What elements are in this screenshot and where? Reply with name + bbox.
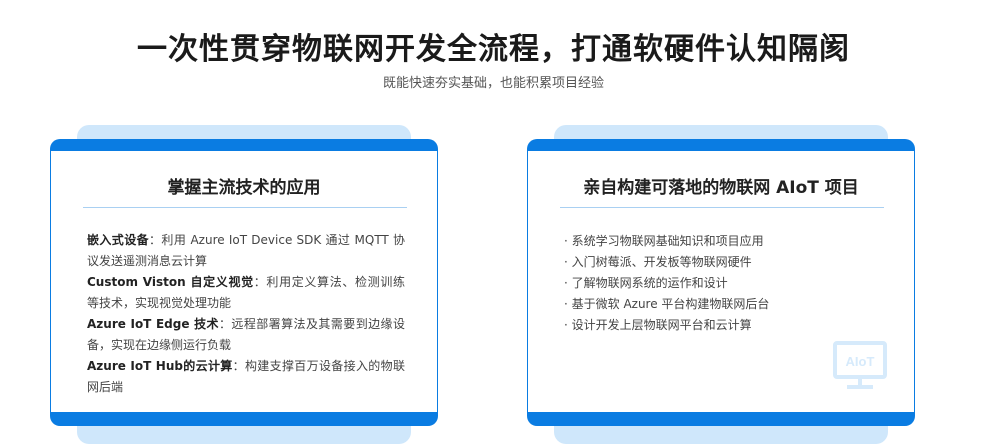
aiot-board-icon: AIoT (833, 341, 887, 389)
card-title: 掌握主流技术的应用 (167, 178, 321, 198)
card-bottom-bar (50, 412, 438, 426)
card-body: 掌握主流技术的应用 嵌入式设备：利用 Azure IoT Device SDK … (50, 151, 438, 416)
list-item: · 系统学习物联网基础知识和项目应用 (564, 234, 764, 248)
project-card: 亲自构建可落地的物联网 AIoT 项目 · 系统学习物联网基础知识和项目应用 ·… (527, 125, 915, 444)
tech-item-label: Azure IoT Edge 技术 (87, 317, 219, 331)
list-item: · 基于微软 Azure 平台构建物联网后台 (564, 297, 770, 311)
card-divider (560, 207, 884, 208)
tech-item-label: Custom Viston 自定义视觉 (87, 275, 254, 289)
card-body: 亲自构建可落地的物联网 AIoT 项目 · 系统学习物联网基础知识和项目应用 ·… (527, 151, 915, 416)
tech-item: Azure IoT Hub的云计算：构建支撑百万设备接入的物联网后端 (87, 356, 405, 398)
page-subtitle: 既能快速夯实基础，也能积累项目经验 (382, 76, 604, 91)
tech-item: Azure IoT Edge 技术：远程部署算法及其需要到边缘设备，实现在边缘侧… (87, 314, 405, 356)
tech-list: 嵌入式设备：利用 Azure IoT Device SDK 通过 MQTT 协议… (87, 230, 405, 398)
tech-card: 掌握主流技术的应用 嵌入式设备：利用 Azure IoT Device SDK … (50, 125, 438, 444)
card-bottom-bar (527, 412, 915, 426)
list-item: · 了解物联网系统的运作和设计 (564, 276, 728, 290)
list-item: · 设计开发上层物联网平台和云计算 (564, 318, 752, 332)
tech-item-label: Azure IoT Hub的云计算 (87, 359, 233, 373)
card-divider (83, 207, 407, 208)
aiot-icon-text: AIoT (846, 354, 875, 369)
tech-item: Custom Viston 自定义视觉：利用定义算法、检测训练等技术，实现视觉处… (87, 272, 405, 314)
tech-item-label: 嵌入式设备 (87, 233, 150, 247)
list-item: · 入门树莓派、开发板等物联网硬件 (564, 255, 752, 269)
project-list: · 系统学习物联网基础知识和项目应用 · 入门树莓派、开发板等物联网硬件 · 了… (564, 231, 882, 336)
tech-item: 嵌入式设备：利用 Azure IoT Device SDK 通过 MQTT 协议… (87, 230, 405, 272)
card-title: 亲自构建可落地的物联网 AIoT 项目 (583, 178, 859, 198)
page-title: 一次性贯穿物联网开发全流程，打通软硬件认知隔阂 (137, 32, 850, 67)
